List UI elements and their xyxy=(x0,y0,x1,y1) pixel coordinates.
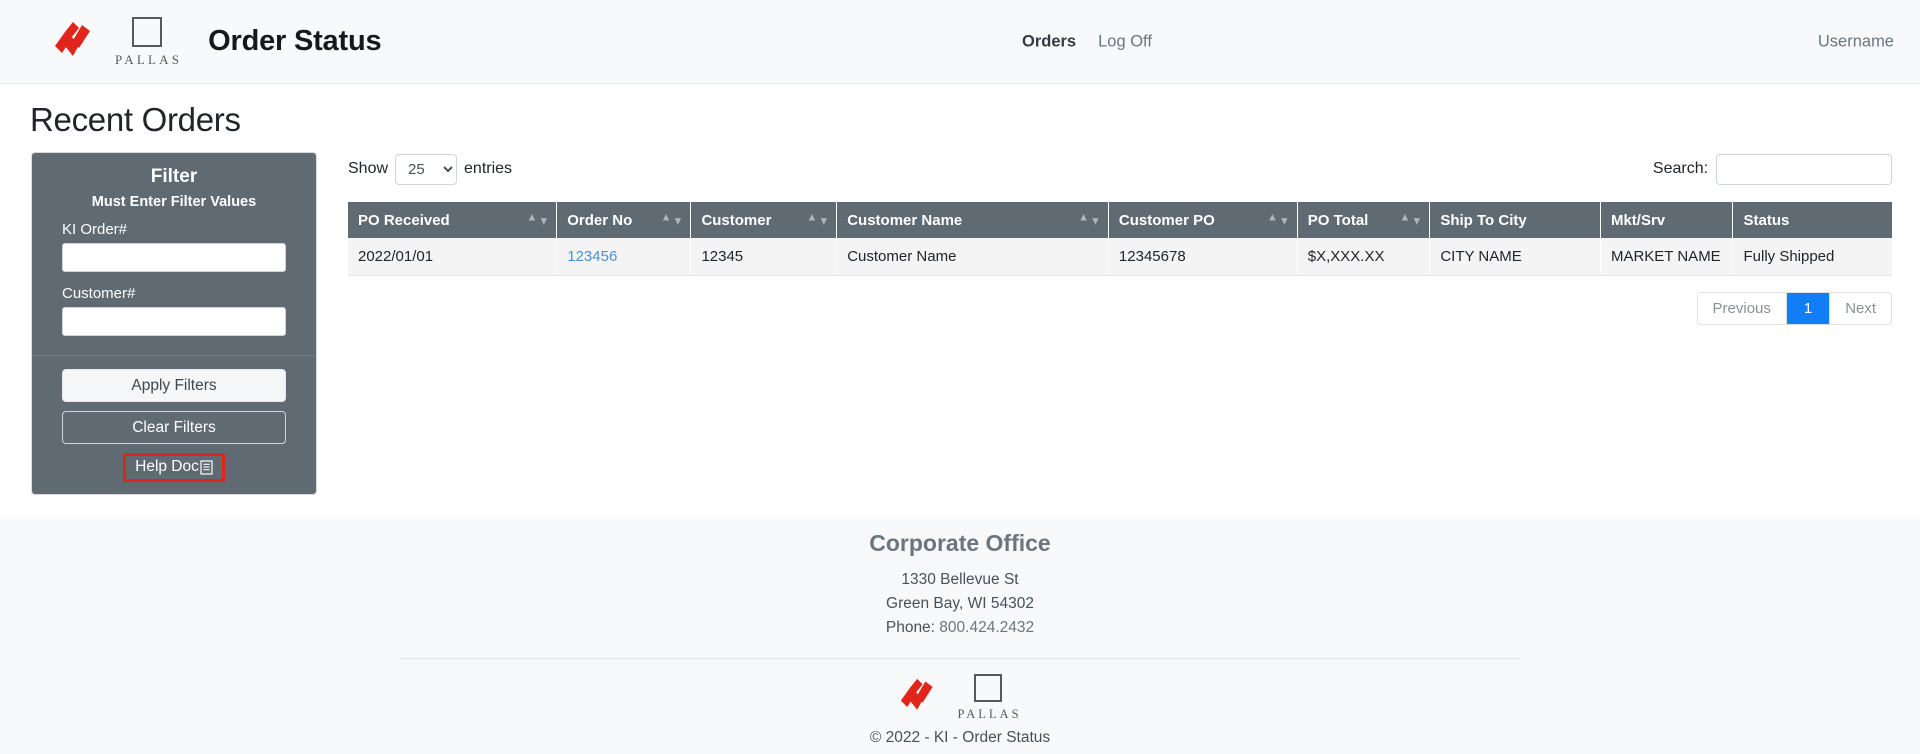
footer-heading: Corporate Office xyxy=(0,530,1920,557)
col-customer-po-label: Customer PO xyxy=(1119,212,1215,229)
col-status-label: Status xyxy=(1743,212,1789,229)
pallas-wordmark: PALLAS xyxy=(112,52,182,68)
filter-divider xyxy=(32,355,316,356)
nav-links: Orders Log Off xyxy=(1022,32,1152,51)
customer-number-input[interactable] xyxy=(62,307,286,336)
footer-phone-row: Phone: 800.424.2432 xyxy=(0,616,1920,640)
filter-actions: Apply Filters Clear Filters Help Doc xyxy=(32,369,316,482)
footer-divider xyxy=(400,658,1520,659)
site-footer: Corporate Office 1330 Bellevue St Green … xyxy=(0,517,1920,754)
col-customer-name-label: Customer Name xyxy=(847,212,962,229)
entries-label: entries xyxy=(464,160,512,178)
page-title: Recent Orders xyxy=(30,101,1920,139)
nav-username[interactable]: Username xyxy=(1818,32,1894,51)
search-input[interactable] xyxy=(1716,154,1892,185)
sort-arrows-icon: ▲▼ xyxy=(1078,213,1101,228)
pagination-page-1[interactable]: 1 xyxy=(1787,293,1830,324)
orders-table-head: PO Received ▲▼ Order No ▲▼ Customer ▲▼ xyxy=(348,202,1892,238)
pagination-next[interactable]: Next xyxy=(1830,293,1891,324)
orders-table: PO Received ▲▼ Order No ▲▼ Customer ▲▼ xyxy=(348,202,1892,276)
document-icon xyxy=(200,460,213,475)
table-row[interactable]: 2022/01/01 123456 12345 Customer Name 12… xyxy=(348,238,1892,275)
col-po-received[interactable]: PO Received ▲▼ xyxy=(348,202,557,238)
copyright-text: © 2022 - KI - Order Status xyxy=(0,729,1920,747)
sort-arrows-icon: ▲▼ xyxy=(806,213,829,228)
col-ship-to-city-label: Ship To City xyxy=(1440,212,1526,229)
cell-po-received: 2022/01/01 xyxy=(348,238,557,275)
help-doc-label: Help Doc xyxy=(135,458,199,476)
cell-status: Fully Shipped xyxy=(1733,238,1892,275)
orders-header-row: PO Received ▲▼ Order No ▲▼ Customer ▲▼ xyxy=(348,202,1892,238)
col-po-total[interactable]: PO Total ▲▼ xyxy=(1297,202,1430,238)
search-label: Search: xyxy=(1653,160,1708,178)
col-po-received-label: PO Received xyxy=(358,212,450,229)
sort-arrows-icon: ▲▼ xyxy=(1400,213,1423,228)
ki-logo xyxy=(898,677,940,717)
apply-filters-button[interactable]: Apply Filters xyxy=(62,369,286,402)
footer-brand-lockup: PALLAS xyxy=(0,672,1920,722)
col-mkt-srv-label: Mkt/Srv xyxy=(1611,212,1665,229)
col-customer-name[interactable]: Customer Name ▲▼ xyxy=(837,202,1109,238)
footer-address-line2: Green Bay, WI 54302 xyxy=(0,592,1920,616)
customer-number-label: Customer# xyxy=(62,285,286,302)
col-po-total-label: PO Total xyxy=(1308,212,1369,229)
nav-link-log-off[interactable]: Log Off xyxy=(1098,32,1152,51)
nav-link-orders[interactable]: Orders xyxy=(1022,32,1076,51)
pallas-wordmark: PALLAS xyxy=(954,707,1021,722)
filter-fields: KI Order# Customer# xyxy=(32,221,316,349)
sort-arrows-icon: ▲▼ xyxy=(526,213,549,228)
orders-table-area: Show 25 10 50 100 entries Search: xyxy=(348,152,1892,325)
pallas-logo: PALLAS xyxy=(954,674,1021,722)
show-label: Show xyxy=(348,160,388,178)
cell-order-no[interactable]: 123456 xyxy=(557,238,691,275)
sort-arrows-icon: ▲▼ xyxy=(1267,213,1290,228)
help-doc-wrap: Help Doc xyxy=(62,453,286,482)
pallas-square-icon xyxy=(974,674,1002,702)
sort-arrows-icon: ▲▼ xyxy=(661,213,684,228)
clear-filters-button[interactable]: Clear Filters xyxy=(62,411,286,444)
col-customer-po[interactable]: Customer PO ▲▼ xyxy=(1108,202,1297,238)
top-navbar: PALLAS Order Status Orders Log Off Usern… xyxy=(0,0,1920,84)
col-mkt-srv[interactable]: Mkt/Srv xyxy=(1600,202,1733,238)
cell-po-total: $X,XXX.XX xyxy=(1297,238,1430,275)
search-control: Search: xyxy=(1653,154,1892,185)
ki-order-input[interactable] xyxy=(62,243,286,272)
cell-ship-to-city: CITY NAME xyxy=(1430,238,1601,275)
table-controls: Show 25 10 50 100 entries Search: xyxy=(348,152,1892,186)
col-status[interactable]: Status xyxy=(1733,202,1892,238)
pager-group: Previous 1 Next xyxy=(1697,292,1893,325)
help-doc-link[interactable]: Help Doc xyxy=(123,453,225,482)
cell-customer-name: Customer Name xyxy=(837,238,1109,275)
filter-subheading: Must Enter Filter Values xyxy=(32,190,316,221)
col-customer[interactable]: Customer ▲▼ xyxy=(691,202,837,238)
col-ship-to-city[interactable]: Ship To City xyxy=(1430,202,1601,238)
col-order-no-label: Order No xyxy=(567,212,632,229)
content-area: Filter Must Enter Filter Values KI Order… xyxy=(0,152,1920,495)
cell-mkt-srv: MARKET NAME xyxy=(1600,238,1733,275)
orders-table-body: 2022/01/01 123456 12345 Customer Name 12… xyxy=(348,238,1892,275)
footer-address-line1: 1330 Bellevue St xyxy=(0,568,1920,592)
filter-panel: Filter Must Enter Filter Values KI Order… xyxy=(31,152,317,495)
order-status-page: PALLAS Order Status Orders Log Off Usern… xyxy=(0,0,1920,754)
page-length-select[interactable]: 25 10 50 100 xyxy=(395,154,457,185)
pagination-previous[interactable]: Previous xyxy=(1698,293,1787,324)
col-order-no[interactable]: Order No ▲▼ xyxy=(557,202,691,238)
cell-customer-po: 12345678 xyxy=(1108,238,1297,275)
pagination: Previous 1 Next xyxy=(348,292,1892,325)
pallas-logo: PALLAS xyxy=(112,17,182,68)
filter-heading: Filter xyxy=(32,153,316,190)
app-title: Order Status xyxy=(208,25,381,58)
ki-order-label: KI Order# xyxy=(62,221,286,238)
cell-customer: 12345 xyxy=(691,238,837,275)
footer-phone-number[interactable]: 800.424.2432 xyxy=(939,619,1034,636)
order-no-link[interactable]: 123456 xyxy=(567,248,617,265)
col-customer-label: Customer xyxy=(701,212,771,229)
pallas-square-icon xyxy=(132,17,162,47)
brand-lockup[interactable]: PALLAS Order Status xyxy=(52,15,381,68)
ki-logo xyxy=(52,20,98,64)
page-length-control: Show 25 10 50 100 entries xyxy=(348,154,512,185)
footer-phone-label: Phone: xyxy=(886,619,939,636)
